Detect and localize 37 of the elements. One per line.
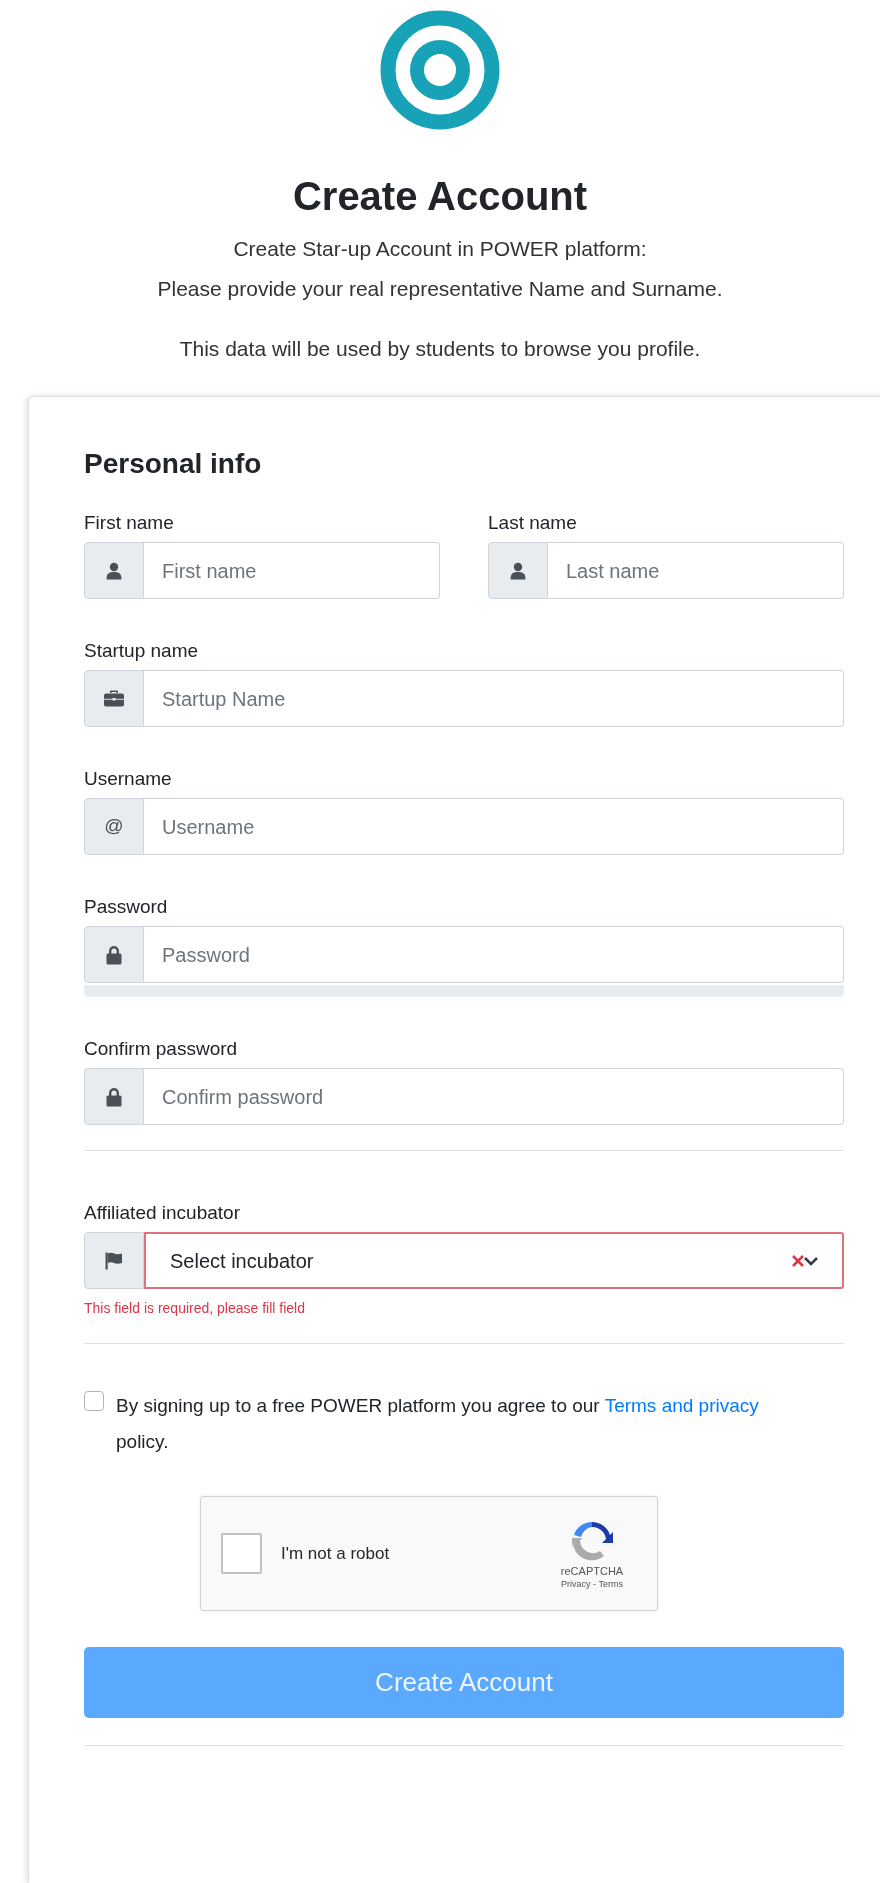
page-title: Create Account xyxy=(292,173,588,220)
captcha-checkbox[interactable] xyxy=(221,1533,262,1574)
captcha-links[interactable]: Privacy - Terms xyxy=(561,1577,623,1590)
select-field[interactable]: Select incubator xyxy=(144,1232,844,1289)
text-input[interactable]: Password xyxy=(144,926,844,983)
terms-checkbox[interactable] xyxy=(84,1391,104,1411)
user-icon xyxy=(510,561,526,580)
text-input[interactable]: Username xyxy=(144,798,844,855)
error-message: This field is required, please fill field xyxy=(84,1299,306,1317)
captcha-brand: reCAPTCHA xyxy=(560,1563,624,1578)
field-label: Password xyxy=(84,895,169,919)
field-label: Startup name xyxy=(84,639,200,663)
captcha-label: I'm not a robot xyxy=(281,1542,391,1565)
text-input[interactable]: First name xyxy=(144,542,440,599)
target-logo-icon xyxy=(380,10,500,130)
lock-icon xyxy=(106,1086,122,1107)
clear-x-icon[interactable] xyxy=(792,1254,804,1267)
text-input[interactable]: Last name xyxy=(548,542,844,599)
text-input[interactable]: Startup Name xyxy=(144,670,844,727)
flag-icon xyxy=(105,1251,123,1270)
field-label: First name xyxy=(84,511,175,535)
subtitle-text: Please provide your real representative Name and Surname. xyxy=(157,276,723,302)
field-label: Confirm password xyxy=(84,1037,239,1061)
text-input[interactable]: Confirm password xyxy=(144,1068,844,1125)
field-label: Affiliated incubator xyxy=(84,1201,241,1225)
info-text: This data will be used by students to browse you profile. xyxy=(179,336,701,362)
chevron-down-icon xyxy=(804,1255,818,1266)
subtitle-text: Create Star-up Account in POWER platform: xyxy=(233,236,647,262)
section-heading: Personal info xyxy=(84,447,263,481)
lock-icon xyxy=(106,944,122,965)
field-label: Last name xyxy=(488,511,578,535)
briefcase-icon xyxy=(104,690,124,707)
terms-text: By signing up to a free POWER platform you agree to our Terms and privacy policy. xyxy=(116,1394,760,1454)
terms-link[interactable]: Terms and privacy xyxy=(604,1395,759,1416)
field-label: Username xyxy=(84,767,173,791)
input-addon: @ xyxy=(84,798,144,855)
user-icon xyxy=(106,561,122,580)
